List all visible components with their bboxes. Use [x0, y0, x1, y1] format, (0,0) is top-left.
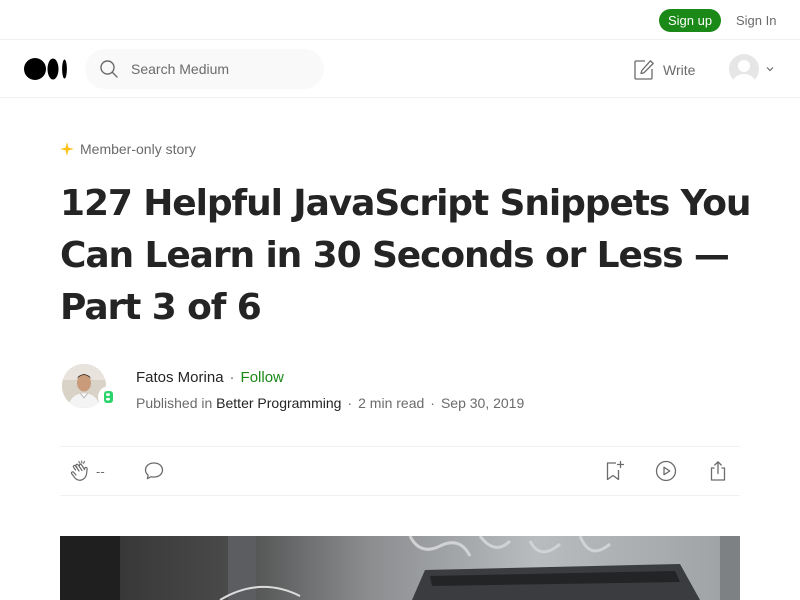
- write-label: Write: [663, 62, 696, 78]
- medium-logo-icon[interactable]: [24, 57, 70, 81]
- member-only-label: Member-only story: [80, 141, 196, 157]
- user-placeholder-icon: [733, 60, 755, 84]
- article-title: 127 Helpful JavaScript Snippets You Can …: [60, 183, 752, 328]
- read-time: 2 min read: [358, 395, 425, 411]
- listen-play-icon[interactable]: [654, 459, 678, 483]
- publication-link[interactable]: Better Programming: [216, 395, 341, 411]
- clap-icon[interactable]: [68, 459, 92, 483]
- chevron-down-icon: [766, 67, 774, 72]
- top-bar: Sign up Sign In: [0, 0, 800, 40]
- publication-badge[interactable]: [98, 386, 120, 408]
- nav-bar: Write: [0, 40, 800, 98]
- hero-photo: [60, 536, 740, 600]
- author-name-link[interactable]: Fatos Morina: [136, 369, 224, 386]
- search-icon: [100, 60, 118, 78]
- follow-button[interactable]: Follow: [241, 369, 284, 386]
- sign-up-button[interactable]: Sign up: [659, 9, 721, 32]
- write-icon: [634, 60, 654, 80]
- article-action-bar: --: [60, 446, 740, 496]
- share-icon[interactable]: [706, 459, 730, 483]
- sparkle-star-icon: [60, 142, 74, 156]
- publication-meta: Published in Better Programming · 2 min re…: [136, 395, 525, 411]
- bookmark-add-icon[interactable]: [602, 459, 626, 483]
- user-menu-button[interactable]: [729, 54, 777, 86]
- comment-icon[interactable]: [142, 459, 166, 483]
- article-hero-image: [60, 536, 740, 600]
- published-in-label: Published in: [136, 395, 213, 411]
- user-avatar: [729, 54, 759, 84]
- search-input[interactable]: [131, 59, 311, 79]
- author-line: Fatos Morina · Follow: [136, 369, 284, 386]
- sign-in-link[interactable]: Sign In: [736, 13, 776, 28]
- clap-count: --: [96, 464, 105, 479]
- search-bar[interactable]: [85, 49, 324, 89]
- publish-date: Sep 30, 2019: [440, 395, 525, 411]
- better-programming-logo-icon: [104, 391, 113, 403]
